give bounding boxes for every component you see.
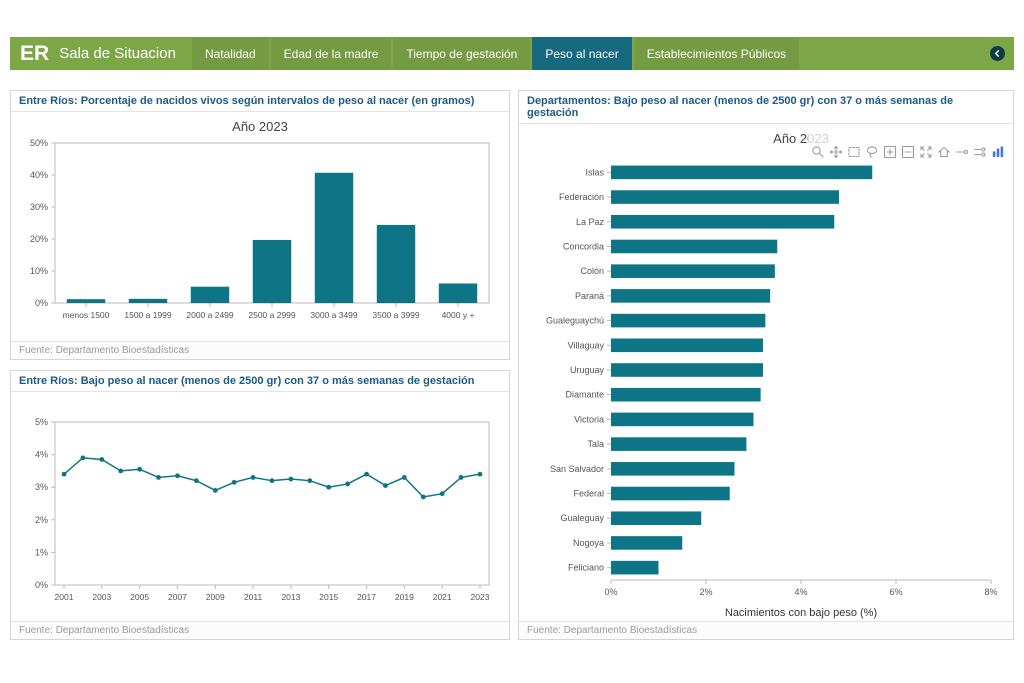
- svg-text:Nacimientos con bajo peso (%): Nacimientos con bajo peso (%): [725, 607, 877, 619]
- lasso-icon[interactable]: [864, 130, 879, 145]
- panel-low-weight-trend-source: Fuente: Departamento Bioestadísticas: [11, 621, 509, 639]
- weight-intervals-bar-chart[interactable]: 0% 10% 20% 30% 40% 50% menos 1500 1500 a 1999 20…: [15, 135, 501, 333]
- intervals-chart-title: Año 2023: [15, 114, 505, 135]
- svg-text:4%: 4%: [35, 450, 48, 460]
- svg-text:Gualeguaychú: Gualeguaychú: [546, 316, 604, 326]
- tab-edad-de-la-madre[interactable]: Edad de la madre: [271, 37, 392, 70]
- zoom-in-icon[interactable]: [882, 130, 897, 145]
- svg-text:2013: 2013: [281, 592, 300, 602]
- panel-weight-intervals-source: Fuente: Departamento Bioestadísticas: [11, 341, 509, 359]
- svg-text:1500 a 1999: 1500 a 1999: [124, 310, 172, 320]
- plotly-modebar: [808, 129, 1007, 146]
- svg-text:40%: 40%: [30, 170, 48, 180]
- svg-text:2003: 2003: [92, 592, 111, 602]
- panel-weight-intervals: Entre Ríos: Porcentaje de nacidos vivos …: [10, 90, 510, 360]
- svg-text:20%: 20%: [30, 234, 48, 244]
- box-select-icon[interactable]: [846, 130, 861, 145]
- svg-text:Villaguay: Villaguay: [568, 340, 605, 350]
- panel-weight-intervals-title: Entre Ríos: Porcentaje de nacidos vivos …: [11, 91, 509, 112]
- svg-text:2007: 2007: [168, 592, 187, 602]
- svg-text:2005: 2005: [130, 592, 149, 602]
- pan-icon[interactable]: [828, 130, 843, 145]
- svg-text:4%: 4%: [794, 587, 807, 597]
- navbar-right: [990, 37, 1014, 70]
- panel-departments: Departamentos: Bajo peso al nacer (menos…: [518, 90, 1014, 640]
- zoom-out-icon[interactable]: [900, 130, 915, 145]
- navbar: ER Sala de Situacion NatalidadEdad de la…: [10, 37, 1014, 70]
- svg-text:2017: 2017: [357, 592, 376, 602]
- svg-text:Tala: Tala: [587, 439, 604, 449]
- autoscale-icon[interactable]: [918, 130, 933, 145]
- svg-text:Colón: Colón: [580, 266, 604, 276]
- tab-tiempo-de-gestacion[interactable]: Tiempo de gestación: [393, 37, 530, 70]
- svg-text:2015: 2015: [319, 592, 338, 602]
- svg-text:menos 1500: menos 1500: [63, 310, 110, 320]
- panel-low-weight-trend-body: 0% 1% 2% 3% 4% 5% 2001 2003 2005 2007 2009 2011 2013…: [11, 392, 509, 621]
- svg-text:2000 a 2499: 2000 a 2499: [186, 310, 234, 320]
- hover-closest-icon[interactable]: [954, 130, 969, 145]
- panel-departments-source: Fuente: Departamento Bioestadísticas: [519, 621, 1013, 639]
- svg-text:3500 a 3999: 3500 a 3999: [372, 310, 420, 320]
- svg-text:6%: 6%: [889, 587, 902, 597]
- svg-text:Victoria: Victoria: [574, 414, 604, 424]
- tab-natalidad[interactable]: Natalidad: [192, 37, 269, 70]
- svg-text:Nogoya: Nogoya: [573, 538, 604, 548]
- svg-text:0%: 0%: [35, 298, 48, 308]
- svg-text:3000 a 3499: 3000 a 3499: [310, 310, 358, 320]
- svg-text:10%: 10%: [30, 266, 48, 276]
- svg-text:La Paz: La Paz: [576, 217, 605, 227]
- svg-text:Islas: Islas: [585, 167, 604, 177]
- svg-text:0%: 0%: [35, 580, 48, 590]
- departments-hbar-chart[interactable]: 0% 2% 4% 6% 8% Nacimientos con bajo peso (%) I…: [523, 154, 1007, 621]
- svg-text:2019: 2019: [395, 592, 414, 602]
- svg-text:3%: 3%: [35, 482, 48, 492]
- svg-text:0%: 0%: [604, 587, 617, 597]
- svg-text:Feliciano: Feliciano: [568, 563, 604, 573]
- svg-text:Concordia: Concordia: [563, 241, 604, 251]
- plotly-logo-icon[interactable]: [990, 130, 1005, 145]
- panel-departments-body: Año 2023 0%2%4%6%8%Nacimientos con bajo …: [519, 124, 1013, 621]
- svg-text:5%: 5%: [35, 417, 48, 427]
- svg-text:1%: 1%: [35, 547, 48, 557]
- svg-text:Uruguay: Uruguay: [570, 365, 605, 375]
- svg-text:2%: 2%: [699, 587, 712, 597]
- app-title: Sala de Situacion: [59, 45, 176, 62]
- panel-departments-title: Departamentos: Bajo peso al nacer (menos…: [519, 91, 1013, 124]
- tab-establecimientos-publicos[interactable]: Establecimientos Públicos: [634, 37, 799, 70]
- tab-peso-al-nacer[interactable]: Peso al nacer: [532, 37, 631, 70]
- svg-text:4000 y +: 4000 y +: [442, 310, 475, 320]
- svg-text:2021: 2021: [433, 592, 452, 602]
- panel-low-weight-trend: Entre Ríos: Bajo peso al nacer (menos de…: [10, 370, 510, 640]
- svg-text:30%: 30%: [30, 202, 48, 212]
- svg-text:2009: 2009: [206, 592, 225, 602]
- svg-text:San Salvador: San Salvador: [550, 464, 604, 474]
- panel-low-weight-trend-title: Entre Ríos: Bajo peso al nacer (menos de…: [11, 371, 509, 392]
- navbar-collapse-icon[interactable]: [990, 46, 1005, 61]
- low-weight-trend-line-chart[interactable]: 0% 1% 2% 3% 4% 5% 2001 2003 2005 2007 2009 2011 2013…: [15, 412, 501, 617]
- zoom-icon[interactable]: [810, 130, 825, 145]
- svg-text:2023: 2023: [471, 592, 490, 602]
- svg-text:Paraná: Paraná: [575, 291, 604, 301]
- er-logo: ER: [20, 43, 49, 64]
- svg-text:Federal: Federal: [573, 489, 604, 499]
- svg-text:Gualeguay: Gualeguay: [560, 513, 604, 523]
- svg-text:8%: 8%: [984, 587, 997, 597]
- svg-text:2001: 2001: [55, 592, 74, 602]
- svg-text:50%: 50%: [30, 138, 48, 148]
- svg-text:2%: 2%: [35, 515, 48, 525]
- reset-axes-icon[interactable]: [936, 130, 951, 145]
- svg-text:2011: 2011: [244, 592, 263, 602]
- svg-text:Federación: Federación: [559, 192, 604, 202]
- panel-weight-intervals-body: Año 2023 0% 10% 20% 30% 40% 50% menos 1500 1500…: [11, 112, 509, 341]
- nav-tabs: NatalidadEdad de la madreTiempo de gesta…: [192, 37, 801, 70]
- svg-text:2500 a 2999: 2500 a 2999: [248, 310, 296, 320]
- brand: ER Sala de Situacion: [10, 37, 192, 70]
- hover-compare-icon[interactable]: [972, 130, 987, 145]
- svg-text:Diamante: Diamante: [565, 390, 604, 400]
